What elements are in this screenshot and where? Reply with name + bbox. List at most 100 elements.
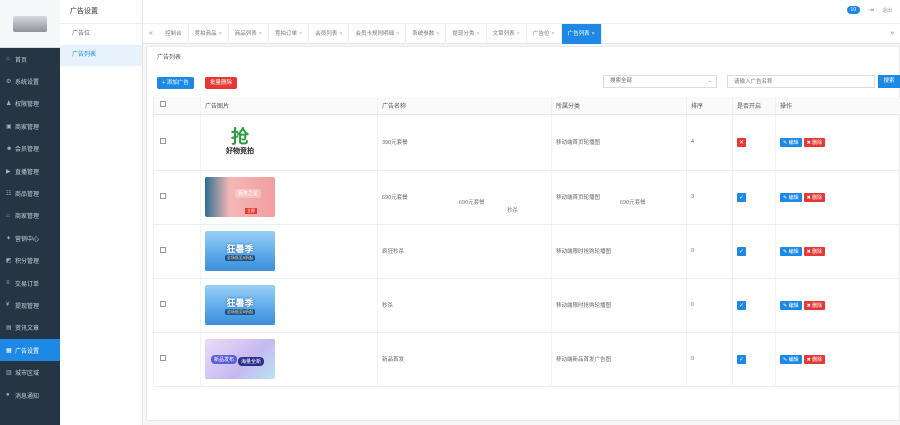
actions-cell: ✎ 编辑 ✖ 删除 bbox=[775, 224, 900, 279]
close-icon[interactable]: ✕ bbox=[737, 137, 746, 147]
sidebar-item[interactable]: ▣ 商家管理 bbox=[0, 115, 60, 137]
header-select-all[interactable] bbox=[153, 97, 201, 115]
delete-button[interactable]: ✖ 删除 bbox=[803, 354, 826, 364]
check-icon[interactable]: ✓ bbox=[737, 300, 746, 310]
close-icon[interactable]: × bbox=[396, 31, 399, 37]
header-image: 广告图片 bbox=[200, 97, 378, 115]
edit-button[interactable]: ✎ 编辑 bbox=[780, 354, 802, 364]
edit-button[interactable]: ✎ 编辑 bbox=[780, 192, 802, 202]
sidebar-item[interactable]: ▥ 城市区域 bbox=[0, 361, 60, 383]
close-icon[interactable]: × bbox=[339, 31, 342, 37]
tab[interactable]: 商品列表 × bbox=[229, 23, 269, 44]
edit-button[interactable]: ✎ 编辑 bbox=[780, 246, 802, 256]
delete-button[interactable]: ✖ 删除 bbox=[803, 300, 826, 310]
batch-delete-button[interactable]: 批量删除 bbox=[205, 77, 238, 89]
row-checkbox[interactable] bbox=[160, 301, 166, 307]
delete-button[interactable]: ✖ 删除 bbox=[803, 137, 826, 147]
tab[interactable]: 文章列表 × bbox=[487, 23, 527, 44]
sidebar-item-label: 商品管理 bbox=[15, 192, 40, 199]
sidebar-item-label: 系统设置 bbox=[15, 80, 40, 87]
tab-scroll-left-icon[interactable]: « bbox=[143, 30, 159, 37]
sidebar-item[interactable]: ⚙ 系统设置 bbox=[0, 70, 60, 92]
sidebar-item[interactable]: ☷ 商品管理 bbox=[0, 182, 60, 204]
ad-image-cell: 新品发布 海量全新 bbox=[200, 332, 378, 387]
check-icon[interactable]: ✓ bbox=[737, 192, 746, 202]
search-button[interactable]: 搜索 bbox=[878, 75, 900, 88]
tab[interactable]: 竞拍商品 × bbox=[189, 23, 229, 44]
table-row: 新品发布 海量全新 新品首发 移动端新品首发广告图 0 ✓ ✎ 编辑 ✖ 删除 bbox=[153, 332, 900, 387]
logo bbox=[0, 0, 60, 48]
subnav-item-ad-position[interactable]: 广告位 bbox=[60, 24, 142, 45]
tab-label: 控制台 bbox=[165, 30, 182, 37]
delete-button[interactable]: ✖ 删除 bbox=[803, 192, 826, 202]
close-icon[interactable]: × bbox=[436, 31, 439, 37]
search-input[interactable] bbox=[727, 75, 875, 88]
sidebar-item[interactable]: ≡ 交易订单 bbox=[0, 272, 60, 294]
close-icon[interactable]: × bbox=[299, 31, 302, 37]
tab-bar: « 控制台 竞拍商品 × 商品列表 × 竞拍订单 × 会员列表 × 会员卡规则明细 × 系统参数 × 提现… bbox=[143, 23, 900, 44]
close-icon[interactable]: × bbox=[259, 31, 262, 37]
ad-name: 疯狂秒杀 bbox=[377, 224, 552, 279]
actions-cell: ✎ 编辑 ✖ 删除 bbox=[775, 114, 900, 171]
main-nav: ⌂ 首页 ⚙ 系统设置 ♟ 权限管理 ▣ 商家管理 ☻ 会员管理 ▶ 直播管理 ☷ 商品管理 ⌂ 商家管理 ✦ 营… bbox=[0, 48, 60, 406]
close-icon[interactable]: × bbox=[517, 31, 520, 37]
sidebar-item[interactable]: ● 消息通知 bbox=[0, 384, 60, 406]
delete-button[interactable]: ✖ 删除 bbox=[803, 246, 826, 256]
check-icon[interactable]: ✓ bbox=[737, 246, 746, 256]
close-icon[interactable]: × bbox=[476, 31, 479, 37]
sidebar-item[interactable]: ◩ 积分管理 bbox=[0, 250, 60, 272]
tab[interactable]: 会员卡规则明细 × bbox=[349, 23, 407, 44]
logo-image bbox=[13, 15, 47, 32]
sidebar-item[interactable]: ♟ 权限管理 bbox=[0, 93, 60, 115]
tab[interactable]: 控制台 bbox=[159, 23, 189, 44]
subnav-title: 广告设置 bbox=[60, 0, 142, 24]
thumb-text: 抢 bbox=[231, 127, 249, 147]
tab[interactable]: 会员列表 × bbox=[309, 23, 350, 44]
tab-label: 广告列表 bbox=[567, 30, 590, 37]
row-checkbox[interactable] bbox=[160, 247, 166, 253]
thumb-text: 海量全新 bbox=[238, 357, 265, 366]
ad-thumbnail: 狂暑季 全场低至5折起 bbox=[205, 285, 275, 325]
row-select-cell bbox=[153, 224, 201, 279]
tab[interactable]: 提现分类 × bbox=[446, 23, 487, 44]
tab[interactable]: 系统参数 × bbox=[406, 23, 447, 44]
row-checkbox[interactable] bbox=[160, 355, 166, 361]
row-checkbox[interactable] bbox=[160, 138, 166, 144]
sidebar-item[interactable]: ¥ 提现管理 bbox=[0, 294, 60, 316]
thumb-text: 狂暑季 bbox=[226, 243, 254, 254]
tab-label: 会员卡规则明细 bbox=[355, 30, 394, 37]
logout-link[interactable]: 退出 bbox=[882, 7, 892, 14]
message-badge[interactable]: 10 bbox=[846, 6, 861, 14]
tab[interactable]: 广告位 × bbox=[527, 23, 562, 44]
sidebar-item-label: 首页 bbox=[15, 57, 28, 64]
sidebar-item[interactable]: ▤ 资讯文章 bbox=[0, 317, 60, 339]
sidebar-item[interactable]: ⌂ 商家管理 bbox=[0, 205, 60, 227]
tab-label: 竞拍订单 bbox=[274, 30, 297, 37]
points-icon: ◩ bbox=[6, 258, 12, 265]
sidebar-item-label: 广告设置 bbox=[15, 348, 40, 355]
tab[interactable]: 广告列表 × bbox=[561, 23, 602, 44]
edit-button[interactable]: ✎ 编辑 bbox=[780, 137, 802, 147]
close-icon[interactable]: × bbox=[219, 31, 222, 37]
sidebar-item[interactable]: ▶ 直播管理 bbox=[0, 160, 60, 182]
sidebar-item[interactable]: ▦ 广告设置 bbox=[0, 339, 60, 362]
category-select[interactable]: 搜索全部 ⌄ bbox=[603, 75, 717, 88]
sidebar-item[interactable]: ✦ 营销中心 bbox=[0, 227, 60, 249]
close-icon[interactable]: × bbox=[551, 31, 554, 37]
subnav-item-ad-list[interactable]: 广告列表 bbox=[60, 45, 142, 66]
select-all-checkbox[interactable] bbox=[160, 101, 166, 108]
sidebar-item[interactable]: ⌂ 首页 bbox=[0, 48, 60, 70]
tab-scroll-right-icon[interactable]: » bbox=[890, 24, 894, 44]
ad-sort: 3 bbox=[686, 170, 733, 225]
category-select-value: 搜索全部 bbox=[610, 78, 633, 84]
row-checkbox[interactable] bbox=[160, 193, 166, 199]
sidebar-item[interactable]: ☻ 会员管理 bbox=[0, 138, 60, 160]
row-select-cell bbox=[153, 332, 201, 387]
tab[interactable]: 竞拍订单 × bbox=[269, 23, 310, 44]
logout-icon[interactable]: ⇥ bbox=[868, 6, 874, 14]
close-icon[interactable]: × bbox=[592, 31, 595, 37]
edit-button[interactable]: ✎ 编辑 bbox=[780, 300, 802, 310]
check-icon[interactable]: ✓ bbox=[737, 354, 746, 364]
add-ad-button[interactable]: + 添加广告 bbox=[157, 77, 194, 89]
row-select-cell bbox=[153, 114, 201, 171]
